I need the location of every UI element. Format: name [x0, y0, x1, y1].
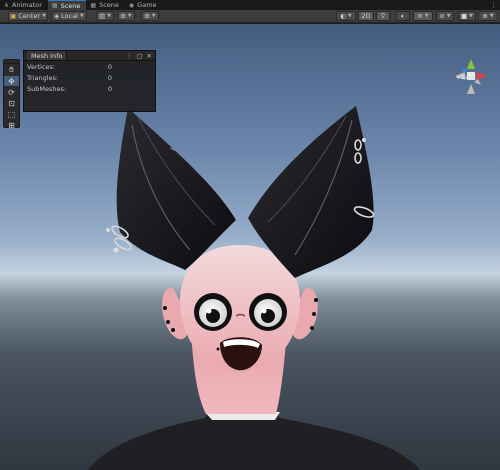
chevron-down-icon: ▼: [424, 13, 429, 19]
gizmos-globe-icon: ⊕: [482, 12, 488, 20]
effects-dropdown[interactable]: ≋ ▼: [413, 11, 433, 21]
tab-scene-active[interactable]: ▦ Scene: [47, 0, 87, 10]
chevron-down-icon: ▼: [151, 13, 156, 19]
tab-scene-label: Scene: [60, 1, 81, 10]
submeshes-value: 0: [107, 85, 112, 93]
triangles-row: Triangles: 0: [24, 72, 155, 83]
scene-icon: ▦: [51, 2, 58, 9]
rotate-tool-icon[interactable]: ⟳: [4, 87, 19, 97]
drag-handle[interactable]: [4, 60, 19, 64]
grid-snapping-button[interactable]: ▤ ▼: [96, 11, 114, 21]
transform-tool-icon[interactable]: ⊞: [4, 120, 19, 130]
hand-tool-icon[interactable]: ✋︎: [4, 65, 19, 75]
gizmo-y-axis-cone: [467, 59, 475, 69]
transform-tools-panel: ✋︎ ✥ ⟳ ⊡ ⬚ ⊞: [3, 59, 20, 130]
chevron-down-icon: ▼: [107, 13, 111, 19]
vertices-value: 0: [107, 63, 112, 71]
tab-animator[interactable]: ⋔ Animator: [0, 0, 48, 10]
pivot-mode-dropdown[interactable]: ▣ Center ▼: [8, 11, 48, 21]
lighting-toggle[interactable]: 💡︎: [376, 11, 390, 21]
lock-icon: ◂: [456, 73, 460, 81]
triangles-label: Triangles:: [27, 74, 59, 82]
gizmo-view-label[interactable]: ◂Back: [456, 73, 477, 81]
vertices-label: Vertices:: [27, 63, 56, 71]
tab-animator-label: Animator: [12, 1, 42, 9]
increment-snap-button[interactable]: ⊞ ▼: [117, 11, 135, 21]
chevron-down-icon: ▼: [489, 13, 494, 19]
vertices-row: Vertices: 0: [24, 61, 155, 72]
overlay-close-icon[interactable]: ✕: [147, 52, 152, 60]
audio-toggle[interactable]: 🔈︎: [396, 11, 410, 21]
overlay-menu-icon[interactable]: ⋮: [126, 52, 133, 60]
mesh-info-overlay: Mesh Info ⋮ ▢ ✕ Vertices: 0 Triangles: 0…: [23, 50, 156, 112]
local-space-icon: ◈: [54, 12, 60, 20]
tab-game[interactable]: ◉ Game: [125, 0, 163, 10]
hidden-objects-toggle[interactable]: ⊘ ▼: [436, 11, 454, 21]
snap-increment-icon: ⊞: [120, 12, 126, 20]
audio-icon: 🔈︎: [401, 11, 405, 20]
tab-scene-second[interactable]: ▦ Scene: [86, 0, 125, 10]
scene-camera-dropdown[interactable]: ■ ▼: [458, 11, 476, 21]
overlay-dock-icon[interactable]: ▢: [136, 52, 142, 60]
right-eye: [249, 293, 287, 331]
submeshes-row: SubMeshes: 0: [24, 83, 155, 94]
grid-visibility-button[interactable]: ⊞ ▼: [141, 11, 159, 21]
tab-scene-second-label: Scene: [99, 1, 119, 9]
left-eye: [194, 293, 232, 331]
scene-icon: ▦: [90, 1, 97, 9]
rect-tool-icon[interactable]: ⬚: [4, 109, 19, 119]
shading-icon: ◐: [340, 12, 346, 20]
gizmo-neg-y-cone: [467, 84, 475, 94]
game-icon: ◉: [128, 1, 135, 9]
triangles-value: 0: [107, 74, 112, 82]
gizmos-dropdown[interactable]: ⊕ ▼: [478, 11, 498, 21]
scale-tool-icon[interactable]: ⊡: [4, 98, 19, 108]
visibility-icon: ⊘: [439, 12, 445, 20]
gizmo-back-label: Back: [460, 73, 477, 81]
left-hair-spike: [116, 108, 236, 270]
tab-game-label: Game: [137, 1, 157, 9]
chevron-down-icon: ▼: [80, 13, 84, 19]
chevron-down-icon: ▼: [469, 13, 473, 19]
submeshes-label: SubMeshes:: [27, 85, 67, 93]
handle-space-label: Local: [61, 12, 78, 20]
camera-icon: ■: [460, 12, 468, 20]
editor-tab-bar: ⋔ Animator ▦ Scene ▦ Scene ◉ Game ⋮: [0, 0, 500, 10]
shirt: [88, 412, 420, 470]
grid-icon: ⊞: [144, 12, 150, 20]
toggle-2d-label: 2D: [361, 12, 371, 20]
move-tool-icon[interactable]: ✥: [4, 76, 19, 86]
overlay-title: Mesh Info: [27, 51, 68, 60]
animator-icon: ⋔: [4, 1, 10, 9]
chevron-down-icon: ▼: [446, 13, 451, 19]
chevron-down-icon: ▼: [347, 13, 352, 19]
chevron-down-icon: ▼: [42, 13, 46, 19]
grid-snap-icon: ▤: [98, 12, 106, 20]
draw-mode-dropdown[interactable]: ◐ ▼: [336, 11, 356, 21]
pivot-mode-label: Center: [18, 12, 41, 20]
gizmo-x-axis-cone: [477, 72, 487, 80]
overlay-header: Mesh Info ⋮ ▢ ✕: [24, 51, 155, 61]
scene-toolbar: ▣ Center ▼ ◈ Local ▼ ▤ ▼ ⊞ ▼ ⊞ ▼ ◐ ▼ 2D 💡︎ 🔈…: [0, 10, 500, 23]
pivot-icon: ▣: [10, 12, 17, 20]
more-options-icon[interactable]: ⋮: [490, 0, 500, 10]
handle-space-dropdown[interactable]: ◈ Local ▼: [51, 11, 87, 21]
orientation-gizmo[interactable]: [447, 57, 495, 107]
light-bulb-icon: 💡︎: [380, 11, 386, 20]
chevron-down-icon: ▼: [127, 13, 132, 19]
scene-view-viewport[interactable]: ✋︎ ✥ ⟳ ⊡ ⬚ ⊞ ◂Back Mesh Info ⋮ ▢ ✕ Verti…: [0, 24, 500, 470]
toggle-2d-button[interactable]: 2D: [358, 11, 374, 21]
effects-icon: ≋: [417, 12, 423, 20]
